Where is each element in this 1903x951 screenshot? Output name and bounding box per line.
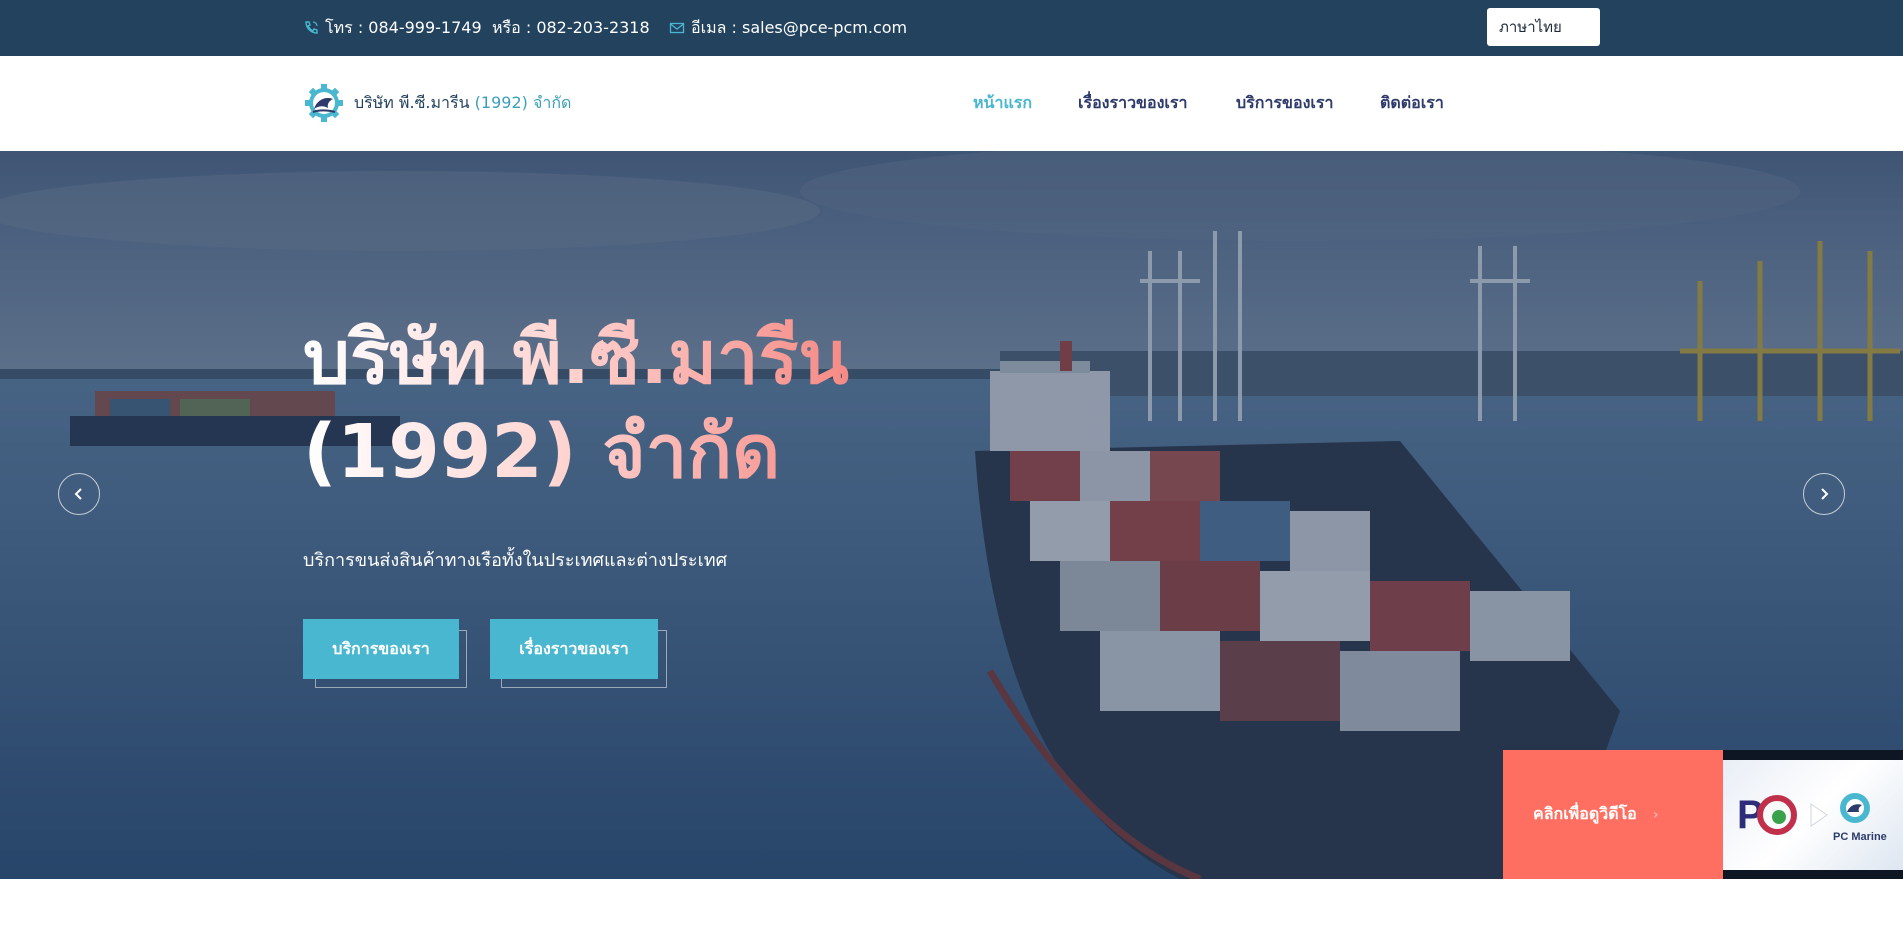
pc-marine-logo-icon: P PC Marine xyxy=(1737,793,1887,843)
slider-prev-button[interactable] xyxy=(58,473,100,515)
our-story-button[interactable]: เรื่องราวของเรา xyxy=(490,619,658,679)
brand-name-prefix: บริษัท พี.ซี.มารีน xyxy=(354,92,470,112)
brand-link[interactable]: บริษัท พี.ซี.มารีน (1992) จำกัด xyxy=(303,82,571,124)
our-story-label: เรื่องราวของเรา xyxy=(519,638,629,658)
nav-link-services[interactable]: บริการของเรา xyxy=(1236,91,1333,116)
top-bar: โทร : 084-999-1749 หรือ : 082-203-2318 อ… xyxy=(0,0,1903,56)
phone-alt-text: หรือ : 082-203-2318 xyxy=(492,17,650,37)
company-logo-icon xyxy=(305,84,343,122)
video-preview: P PC Marine xyxy=(1723,760,1903,870)
video-thumbnail[interactable]: P PC Marine xyxy=(1723,750,1903,879)
watch-video-button[interactable]: คลิกเพื่อดูวิดีโอ › xyxy=(1503,750,1723,879)
phone-alt-contact[interactable]: หรือ : 082-203-2318 xyxy=(492,0,650,56)
main-navbar: บริษัท พี.ซี.มารีน (1992) จำกัด หน้าแรก … xyxy=(0,56,1903,151)
phone-contact[interactable]: โทร : 084-999-1749 xyxy=(303,0,482,56)
hero-subtitle: บริการขนส่งสินค้าทางเรือทั้งในประเทศและต… xyxy=(303,550,728,571)
language-label: ภาษาไทย xyxy=(1499,18,1562,36)
our-services-label: บริการของเรา xyxy=(332,638,430,658)
brand-name: บริษัท พี.ซี.มารีน (1992) จำกัด xyxy=(354,91,571,116)
nav-link-contact[interactable]: ติดต่อเรา xyxy=(1380,91,1444,116)
hero-title-line2: (1992) จำกัด xyxy=(303,409,781,495)
nav-item-story[interactable]: เรื่องราวของเรา xyxy=(1078,56,1187,151)
nav-link-home[interactable]: หน้าแรก xyxy=(973,91,1032,116)
chevron-right-small-icon: › xyxy=(1652,806,1659,823)
brand-name-suffix: (1992) จำกัด xyxy=(474,92,572,112)
slider-next-button[interactable] xyxy=(1803,473,1845,515)
nav-item-contact[interactable]: ติดต่อเรา xyxy=(1380,56,1444,151)
language-select[interactable]: ภาษาไทย xyxy=(1487,8,1600,46)
phone-icon xyxy=(305,21,318,34)
chevron-left-icon xyxy=(74,488,82,500)
watch-video-label: คลิกเพื่อดูวิดีโอ xyxy=(1533,804,1637,823)
video-logo-text: PC Marine xyxy=(1833,831,1887,843)
our-services-button[interactable]: บริการของเรา xyxy=(303,619,459,679)
envelope-icon xyxy=(669,22,685,34)
nav-link-story[interactable]: เรื่องราวของเรา xyxy=(1078,91,1187,116)
hero-title: บริษัท พี.ซี.มารีน (1992) จำกัด xyxy=(303,311,849,499)
hero-title-line1: บริษัท พี.ซี.มารีน xyxy=(303,315,849,401)
email-text: อีเมล : sales@pce-pcm.com xyxy=(691,17,908,37)
nav-item-services[interactable]: บริการของเรา xyxy=(1236,56,1333,151)
email-contact[interactable]: อีเมล : sales@pce-pcm.com xyxy=(669,0,907,56)
chevron-right-icon xyxy=(1821,488,1829,500)
nav-item-home[interactable]: หน้าแรก xyxy=(973,56,1032,151)
phone-text: โทร : 084-999-1749 xyxy=(325,17,482,37)
